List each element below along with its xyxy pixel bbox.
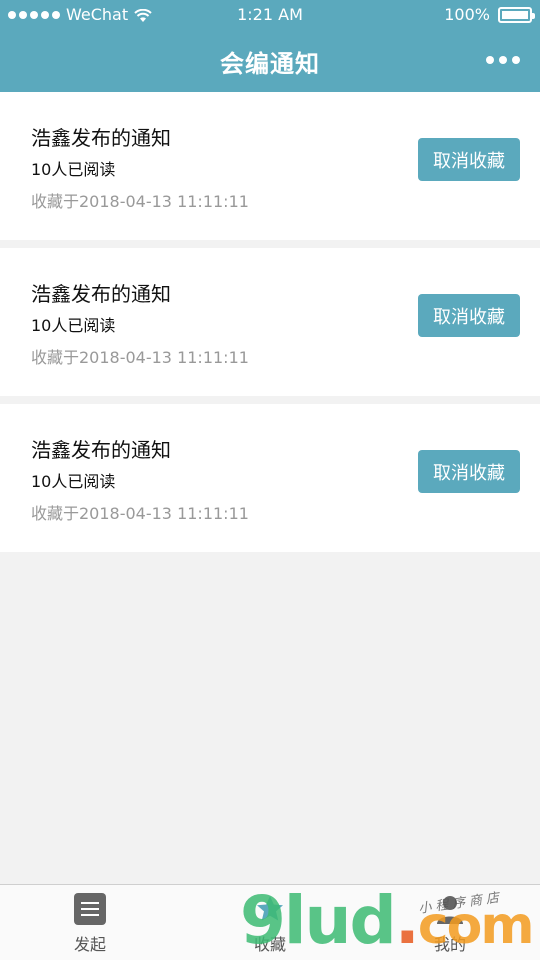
read-count: 10人已阅读 xyxy=(31,316,116,335)
notice-card[interactable]: 浩鑫发布的通知 10人已阅读 收藏于2018-04-13 11:11:11 取消… xyxy=(0,248,540,396)
tab-launch[interactable]: 发起 xyxy=(0,885,180,960)
page-title: 会编通知 xyxy=(220,50,320,78)
person-icon xyxy=(434,893,466,925)
list-icon xyxy=(74,893,106,925)
tab-label: 我的 xyxy=(433,935,466,954)
tab-favorites[interactable]: 收藏 xyxy=(180,885,360,960)
unfavorite-button[interactable]: 取消收藏 xyxy=(418,138,520,181)
star-icon xyxy=(254,893,286,925)
more-menu-icon[interactable] xyxy=(486,56,520,64)
notice-list: 浩鑫发布的通知 10人已阅读 收藏于2018-04-13 11:11:11 取消… xyxy=(0,92,540,560)
tab-label: 收藏 xyxy=(253,935,286,954)
tab-label: 发起 xyxy=(73,935,106,954)
battery-percent: 100% xyxy=(444,5,490,24)
unfavorite-button[interactable]: 取消收藏 xyxy=(418,450,520,493)
read-count: 10人已阅读 xyxy=(31,472,116,491)
tab-bar: 发起 收藏 我的 xyxy=(0,884,540,960)
unfavorite-button[interactable]: 取消收藏 xyxy=(418,294,520,337)
battery-icon xyxy=(498,6,535,23)
status-right: 100% xyxy=(444,5,535,24)
saved-timestamp: 收藏于2018-04-13 11:11:11 xyxy=(31,504,249,523)
notice-title: 浩鑫发布的通知 xyxy=(31,438,171,462)
notice-title: 浩鑫发布的通知 xyxy=(31,282,171,306)
top-bar: WeChat 1:21 AM 100% 会编通知 xyxy=(0,0,540,92)
status-bar: WeChat 1:21 AM 100% xyxy=(0,0,540,30)
saved-timestamp: 收藏于2018-04-13 11:11:11 xyxy=(31,348,249,367)
notice-card[interactable]: 浩鑫发布的通知 10人已阅读 收藏于2018-04-13 11:11:11 取消… xyxy=(0,92,540,240)
saved-timestamp: 收藏于2018-04-13 11:11:11 xyxy=(31,192,249,211)
notice-title: 浩鑫发布的通知 xyxy=(31,126,171,150)
notice-card[interactable]: 浩鑫发布的通知 10人已阅读 收藏于2018-04-13 11:11:11 取消… xyxy=(0,404,540,552)
read-count: 10人已阅读 xyxy=(31,160,116,179)
tab-mine[interactable]: 我的 xyxy=(360,885,540,960)
